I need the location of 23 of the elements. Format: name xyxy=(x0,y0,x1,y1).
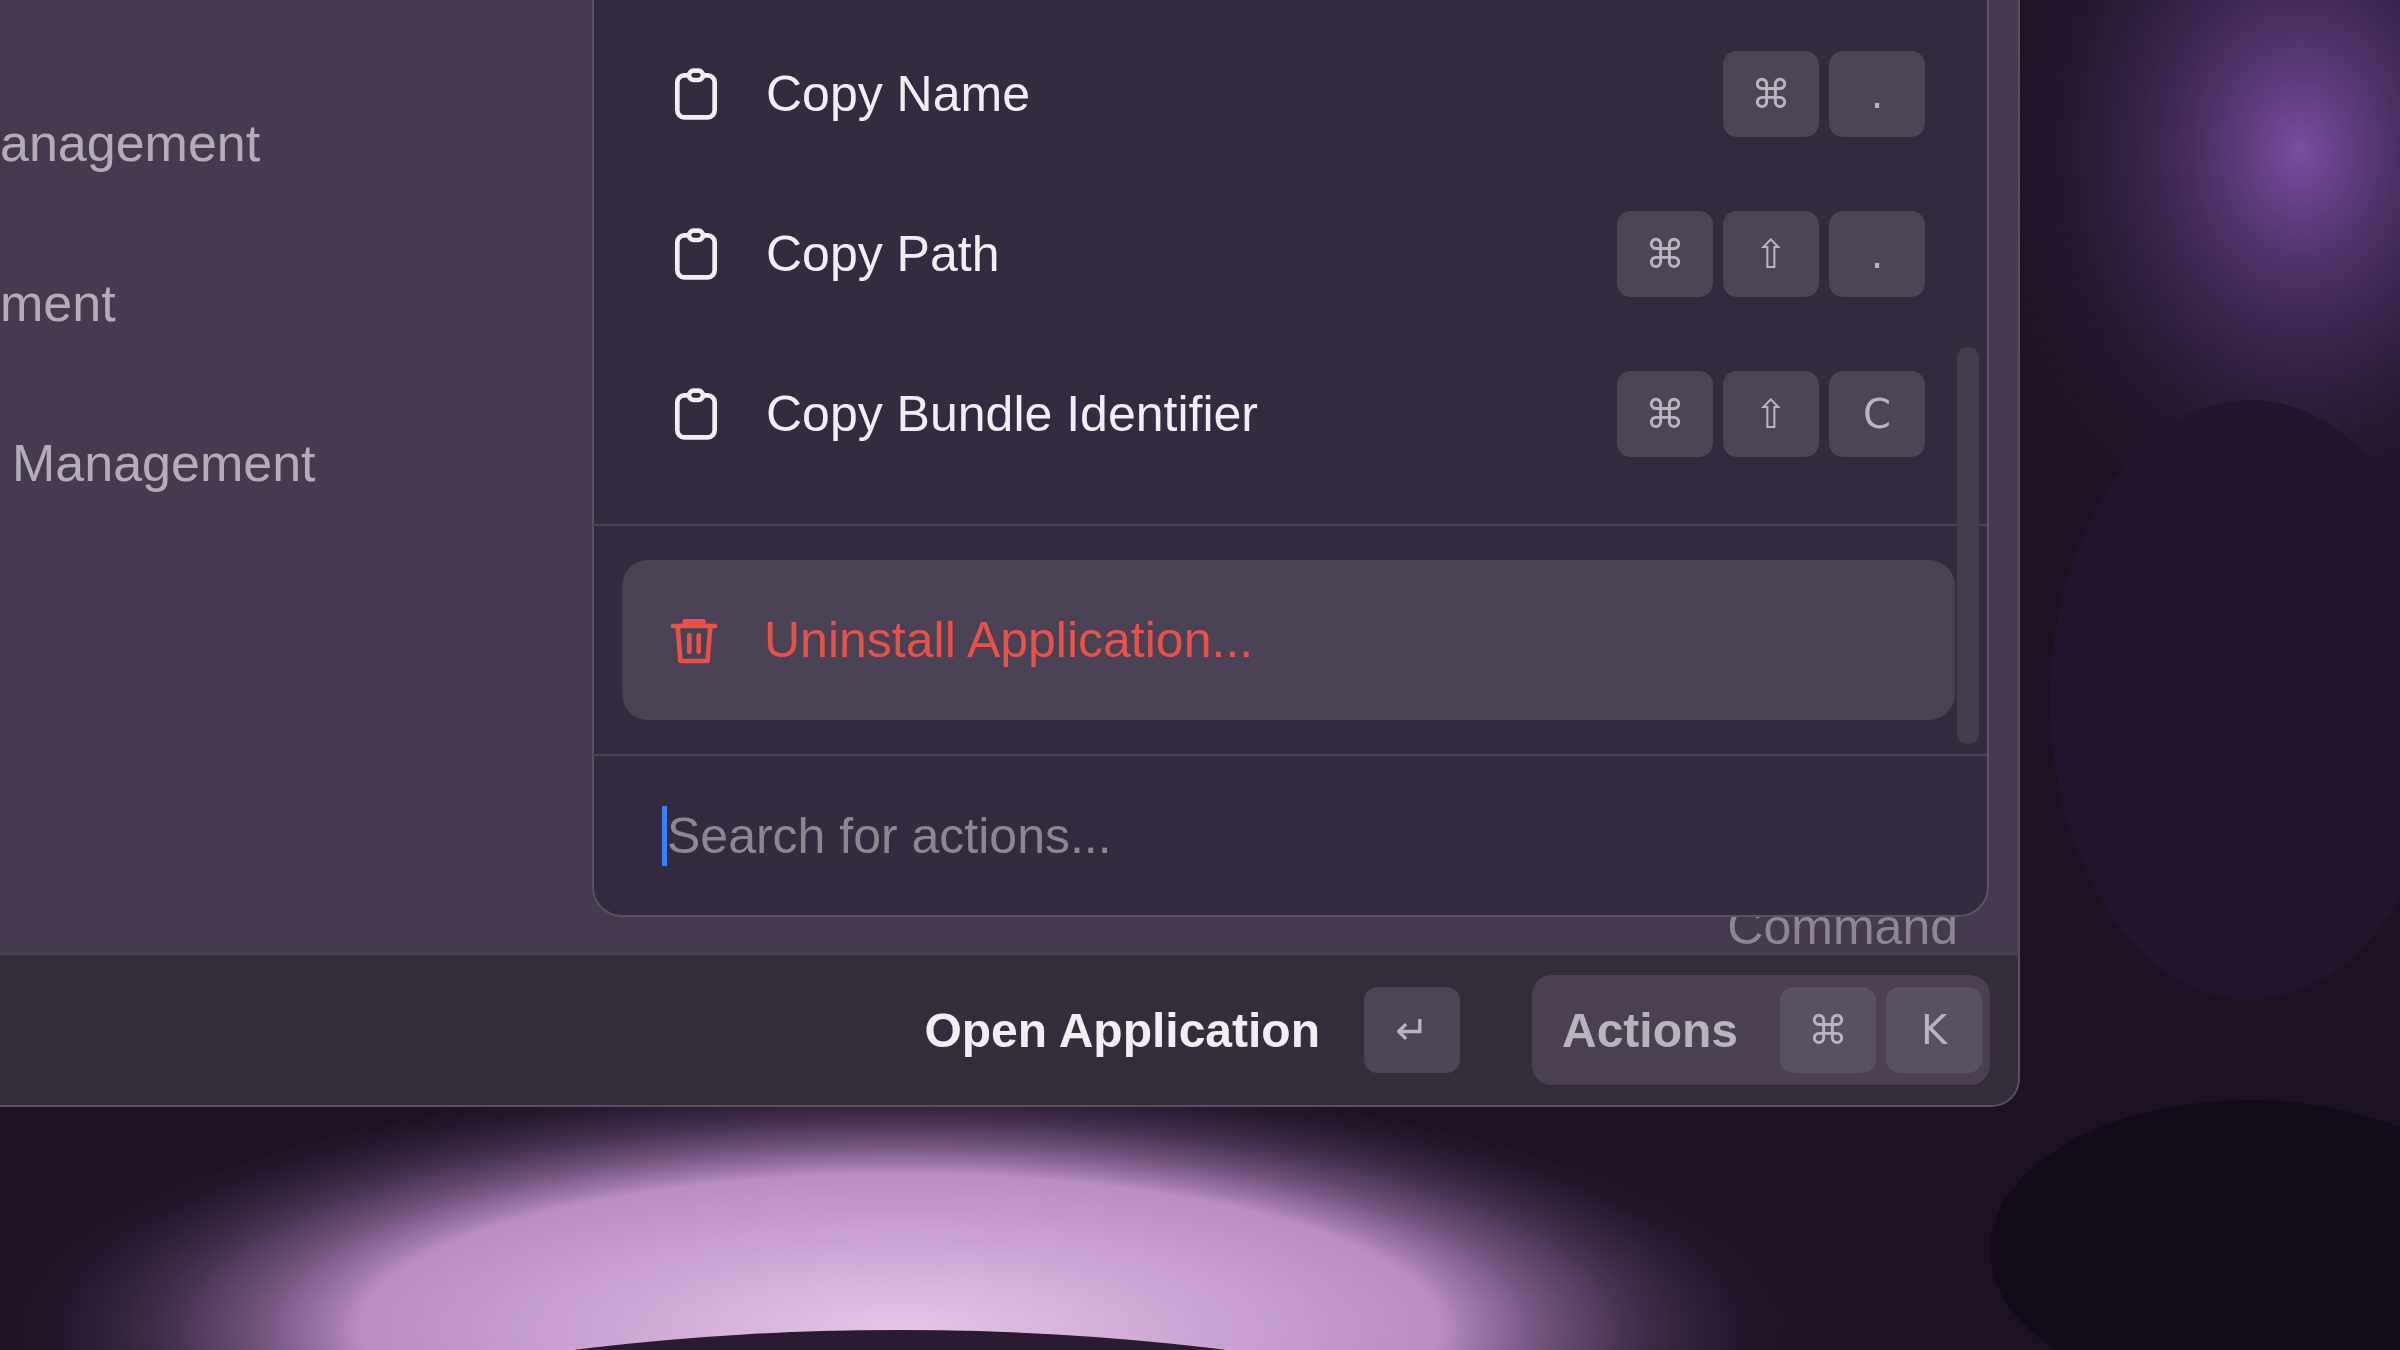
key-cap: ⇧ xyxy=(1723,371,1819,457)
key-cap: . xyxy=(1829,51,1925,137)
list-item[interactable]: Management xyxy=(0,433,316,493)
list-item[interactable]: anagement xyxy=(0,113,261,173)
key-cap: ⌘ xyxy=(1723,51,1819,137)
key-cap: ⌘ xyxy=(1617,371,1713,457)
action-item[interactable]: Copy Path ⌘ ⇧ . xyxy=(594,174,1987,334)
key-cap: K xyxy=(1886,987,1982,1073)
list-item[interactable]: ment xyxy=(0,273,116,333)
key-cap: ⌘ xyxy=(1617,211,1713,297)
action-item[interactable]: Copy Name ⌘ . xyxy=(594,14,1987,174)
key-cap: . xyxy=(1829,211,1925,297)
key-cap: ⌘ xyxy=(1780,987,1876,1073)
search-field[interactable]: Search for actions... xyxy=(667,806,1987,865)
open-application-action[interactable]: Open Application xyxy=(924,1002,1320,1058)
key-cap: C xyxy=(1829,371,1925,457)
actions-label: Actions xyxy=(1562,1002,1738,1058)
actions-button[interactable]: Actions ⌘ K xyxy=(1532,975,1990,1085)
action-item[interactable]: Copy Bundle Identifier ⌘ ⇧ C xyxy=(594,334,1987,494)
key-cap: ↵ xyxy=(1364,987,1460,1073)
action-item[interactable]: Uninstall Application... xyxy=(622,560,1955,720)
scrollbar[interactable] xyxy=(1957,347,1979,744)
key-cap: ⇧ xyxy=(1723,211,1819,297)
